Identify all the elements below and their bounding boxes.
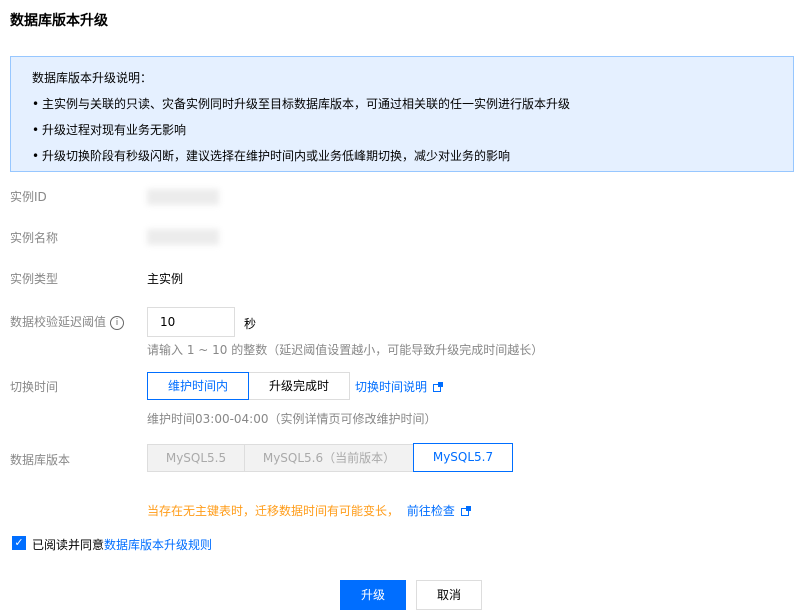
notice-item: • 升级过程对现有业务无影响 — [32, 123, 187, 137]
dialog-title: 数据库版本升级 — [10, 13, 108, 29]
switch-option-maintenance[interactable]: 维护时间内 — [147, 372, 249, 400]
instance-type-value: 主实例 — [147, 272, 184, 286]
instance-name-label: 实例名称 — [10, 231, 59, 245]
upgrade-rules-link[interactable]: 数据库版本升级规则 — [104, 538, 212, 552]
notice-item: • 主实例与关联的只读、灾备实例同时升级至目标数据库版本，可通过相关联的任一实例进… — [32, 97, 571, 111]
version-option-5-6: MySQL5.6（当前版本） — [244, 444, 414, 472]
external-link-icon — [433, 381, 444, 392]
notice-heading: 数据库版本升级说明： — [32, 71, 153, 85]
instance-id-value-redacted — [147, 189, 219, 205]
instance-id-label: 实例ID — [10, 190, 47, 204]
delay-threshold-input[interactable] — [147, 307, 235, 337]
switch-time-label: 切换时间 — [10, 380, 59, 394]
agreement-text: 已阅读并同意数据库版本升级规则 — [32, 538, 213, 552]
delay-hint: 请输入 1 ~ 10 的整数（延迟阈值设置越小，可能导致升级完成时间越长） — [147, 343, 544, 357]
check-link[interactable]: 前往检查 — [407, 504, 471, 518]
instance-name-value-redacted — [147, 229, 219, 245]
agreement-checkbox[interactable]: ✓ — [12, 536, 26, 550]
upgrade-notice: 数据库版本升级说明： • 主实例与关联的只读、灾备实例同时升级至目标数据库版本，可… — [10, 56, 794, 172]
delay-unit: 秒 — [244, 317, 257, 331]
db-version-label: 数据库版本 — [10, 453, 71, 467]
switch-time-help-link[interactable]: 切换时间说明 — [355, 378, 444, 395]
cancel-button[interactable]: 取消 — [416, 580, 482, 610]
delay-threshold-label: 数据校验延迟阈值 i — [10, 313, 125, 330]
switch-option-on-completion[interactable]: 升级完成时 — [248, 372, 350, 400]
switch-time-hint: 维护时间03:00-04:00（实例详情页可修改维护时间） — [147, 412, 437, 426]
version-option-5-7[interactable]: MySQL5.7 — [413, 443, 513, 472]
upgrade-button[interactable]: 升级 — [340, 580, 406, 610]
info-icon[interactable]: i — [110, 315, 125, 330]
instance-type-label: 实例类型 — [10, 272, 59, 286]
version-option-5-5: MySQL5.5 — [147, 444, 245, 472]
external-link-icon — [460, 505, 471, 516]
notice-item: • 升级切换阶段有秒级闪断，建议选择在维护时间内或业务低峰期切换，减少对业务的影响 — [32, 149, 511, 163]
primary-key-warning: 当存在无主键表时，迁移数据时间有可能变长， 前往检查 — [147, 502, 471, 519]
